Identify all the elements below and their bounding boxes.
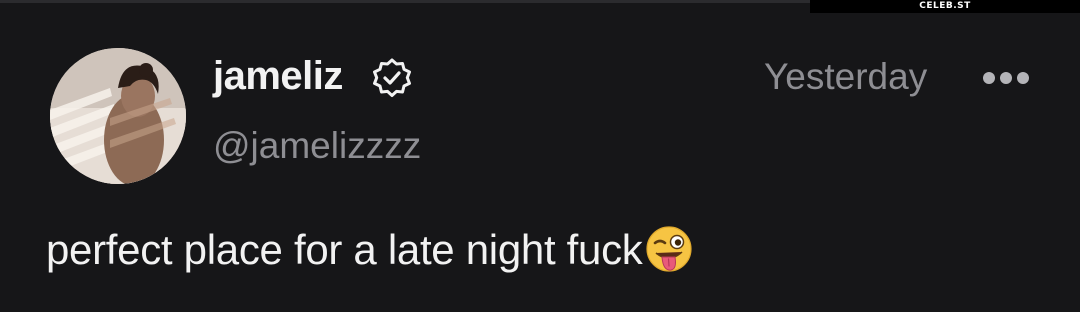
more-dot-icon (983, 72, 995, 84)
avatar[interactable] (50, 48, 186, 184)
more-options-button[interactable] (978, 60, 1034, 96)
post-timestamp: Yesterday (764, 56, 928, 97)
watermark-logo: CELEB.ST (810, 0, 1080, 13)
more-dot-icon (1017, 72, 1029, 84)
post-body: perfect place for a late night fuck (46, 222, 694, 278)
post-text: perfect place for a late night fuck (46, 226, 643, 273)
post-card: CELEB.ST jameliz @jamelizzzz Yesterday p… (0, 0, 1080, 312)
display-name[interactable]: jameliz (213, 50, 343, 102)
more-dot-icon (1000, 72, 1012, 84)
avatar-image (50, 48, 186, 184)
verified-badge-icon (373, 58, 411, 97)
username-handle[interactable]: @jamelizzzz (213, 122, 421, 170)
winking-face-with-tongue-icon (645, 226, 692, 272)
